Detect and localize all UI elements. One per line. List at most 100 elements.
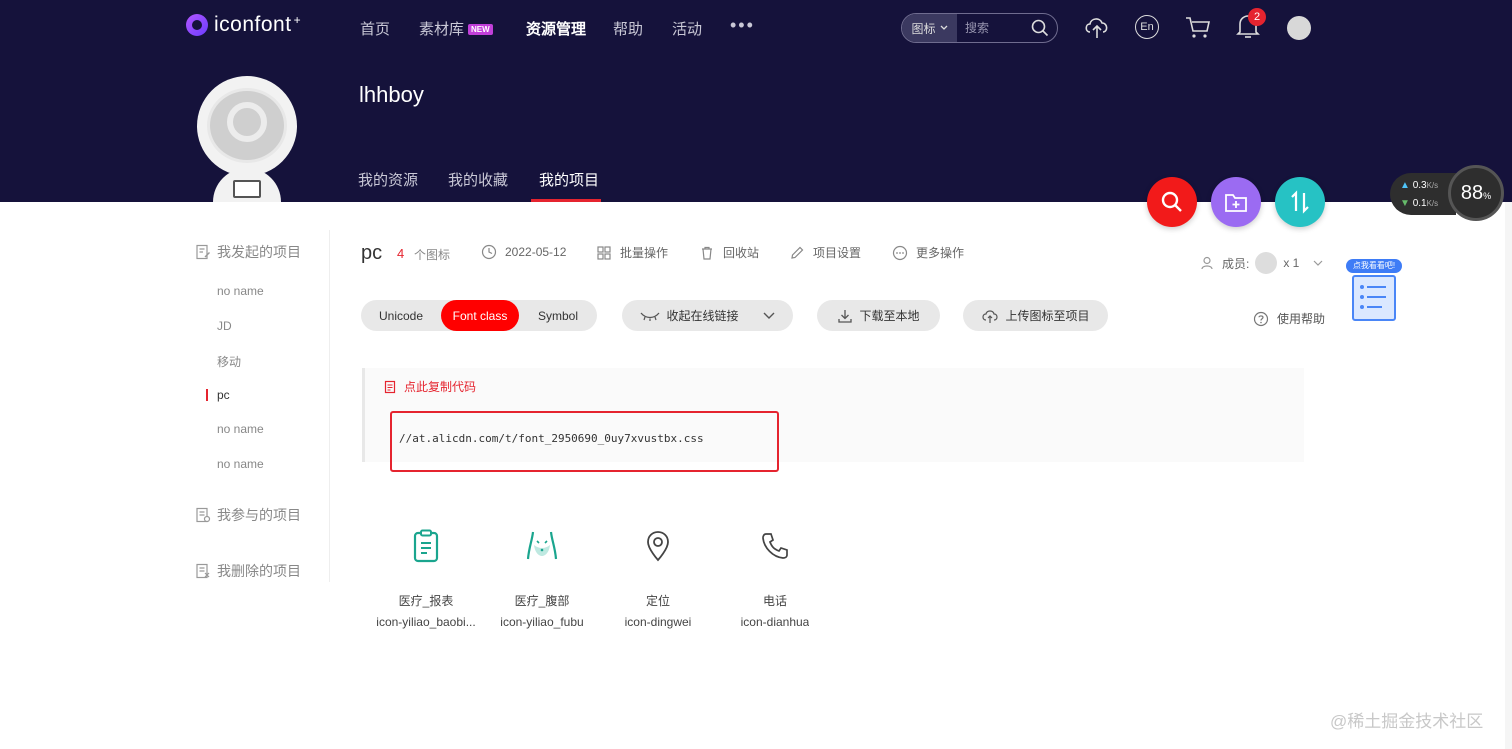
sidebar-group-joined[interactable]: 我参与的项目: [195, 505, 301, 525]
sidebar-group-deleted[interactable]: 我删除的项目: [195, 561, 301, 581]
nav-more-button[interactable]: •••: [730, 15, 755, 36]
sidebar-project-no-name-1[interactable]: no name: [217, 284, 264, 298]
floating-search-button[interactable]: [1147, 177, 1197, 227]
more-operations-button[interactable]: 更多操作: [892, 244, 964, 261]
member-avatar: [1255, 252, 1278, 274]
cart-icon[interactable]: [1184, 14, 1212, 40]
tab-my-favorites[interactable]: 我的收藏: [448, 169, 508, 190]
mode-unicode-button[interactable]: Unicode: [361, 300, 441, 331]
header: iconfont + 首页 素材库NEW 资源管理 帮助 活动 ••• 图标 E…: [0, 0, 1512, 202]
icon-name: 定位: [645, 594, 670, 608]
memory-usage-value: 88: [1460, 181, 1484, 204]
icon-name: 医疗_报表: [398, 594, 454, 608]
notification-button[interactable]: 2: [1236, 8, 1266, 40]
location-icon: [634, 522, 682, 570]
project-name: pc: [361, 242, 383, 264]
search-input[interactable]: [965, 21, 1035, 35]
copy-code-label: 点此复制代码: [404, 380, 477, 394]
tab-my-projects[interactable]: 我的项目: [539, 169, 599, 190]
search-icon[interactable]: [1031, 19, 1049, 37]
batch-operation-button[interactable]: 批量操作: [596, 244, 668, 261]
sidebar-group-joined-label: 我参与的项目: [217, 507, 301, 523]
upload-speed-value: 0.3: [1412, 180, 1427, 191]
icon-card-report[interactable]: 医疗_报表 icon-yiliao_baobi...: [368, 522, 484, 629]
recycle-bin-button[interactable]: 回收站: [699, 244, 759, 261]
abdomen-icon: [518, 522, 566, 570]
download-speed-unit: K/s: [1426, 199, 1439, 208]
question-circle-icon: [1253, 311, 1269, 326]
new-badge: NEW: [468, 24, 493, 35]
usage-help-label: 使用帮助: [1277, 312, 1326, 326]
nav-resources[interactable]: 资源管理: [526, 18, 586, 39]
project-icon-count: 4: [397, 246, 405, 261]
user-avatar[interactable]: [1287, 16, 1311, 40]
icon-card-location[interactable]: 定位 icon-dingwei: [600, 522, 716, 629]
nav-materials[interactable]: 素材库 NEW: [419, 18, 493, 39]
project-sidebar: 我发起的项目 no name JD 移动 pc no name no name …: [190, 230, 330, 582]
sidebar-project-pc[interactable]: pc: [217, 388, 230, 402]
page-scrollbar[interactable]: [1505, 202, 1512, 749]
sidebar-group-started[interactable]: 我发起的项目: [195, 242, 301, 262]
download-local-button[interactable]: 下载至本地: [817, 300, 940, 331]
search-type-select[interactable]: 图标: [902, 14, 957, 42]
grid-icon: [597, 245, 611, 260]
icon-card-abdomen[interactable]: 医疗_腹部 icon-yiliao_fubu: [484, 522, 600, 629]
help-widget[interactable]: 点我看看吧!: [1346, 259, 1402, 323]
search-icon: [1161, 191, 1182, 212]
sidebar-project-no-name-3[interactable]: no name: [217, 457, 264, 471]
clock-icon: [481, 244, 497, 260]
project-icon-count-label: 个图标: [414, 248, 451, 262]
mode-font-class-button[interactable]: Font class: [441, 300, 519, 331]
icon-card-phone[interactable]: 电话 icon-dianhua: [717, 522, 833, 629]
recycle-bin-label: 回收站: [723, 246, 760, 260]
icon-class-code: icon-dianhua: [740, 615, 810, 629]
floating-sort-button[interactable]: [1275, 177, 1325, 227]
mode-symbol-button[interactable]: Symbol: [519, 300, 597, 331]
document-edit-icon: [196, 244, 210, 260]
edit-pencil-icon: [791, 246, 804, 259]
floating-add-folder-button[interactable]: [1211, 177, 1261, 227]
project-settings-button[interactable]: 项目设置: [789, 244, 861, 261]
upload-icons-button[interactable]: 上传图标至项目: [963, 300, 1108, 331]
eye-closed-icon: [640, 312, 660, 321]
copy-code-button[interactable]: 点此复制代码: [384, 378, 476, 395]
sidebar-project-mobile[interactable]: 移动: [217, 353, 241, 370]
nav-help[interactable]: 帮助: [613, 18, 643, 39]
icon-class-code: icon-dingwei: [624, 615, 692, 629]
copy-document-icon: [384, 380, 396, 393]
top-nav: iconfont + 首页 素材库NEW 资源管理 帮助 活动 ••• 图标 E…: [0, 0, 1512, 56]
report-icon: [402, 522, 450, 570]
document-list-icon: [196, 507, 211, 523]
logo-plus: +: [293, 13, 301, 27]
network-speed-widget: ▲ 0.3K/s ▼ 0.1K/s: [1390, 173, 1456, 215]
project-settings-label: 项目设置: [813, 246, 862, 260]
project-members[interactable]: 成员: x 1: [1200, 252, 1323, 274]
language-icon[interactable]: En: [1135, 15, 1159, 39]
download-speed-value: 0.1: [1412, 198, 1427, 209]
nav-home[interactable]: 首页: [360, 18, 390, 39]
help-widget-tag: 点我看看吧!: [1346, 259, 1402, 273]
collapse-online-link-button[interactable]: 收起在线链接: [622, 300, 793, 331]
tab-my-resources[interactable]: 我的资源: [358, 169, 418, 190]
link-mode-switch: Unicode Font class Symbol: [361, 300, 597, 331]
chevron-down-icon: [1313, 260, 1323, 266]
upload-icons-label: 上传图标至项目: [1005, 309, 1090, 323]
project-date: 2022-05-12: [481, 244, 566, 260]
sidebar-project-jd[interactable]: JD: [217, 319, 232, 333]
username: lhhboy: [359, 82, 424, 107]
font-css-url[interactable]: //at.alicdn.com/t/font_2950690_0uy7xvust…: [399, 432, 704, 445]
search-bar: 图标: [901, 13, 1058, 43]
sidebar-group-deleted-label: 我删除的项目: [217, 563, 301, 579]
batch-operation-label: 批量操作: [620, 246, 669, 260]
sidebar-project-no-name-2[interactable]: no name: [217, 422, 264, 436]
sidebar-group-started-label: 我发起的项目: [217, 244, 301, 260]
upload-cloud-icon[interactable]: [1083, 14, 1111, 40]
astronaut-visor-ring: [227, 102, 267, 142]
logo[interactable]: iconfont +: [186, 13, 301, 37]
iconfont-logo-icon: [186, 14, 208, 36]
trash-icon: [702, 246, 712, 260]
memory-usage-ring[interactable]: 88%: [1448, 165, 1504, 221]
nav-activity[interactable]: 活动: [672, 18, 702, 39]
usage-help-link[interactable]: 使用帮助: [1253, 310, 1325, 327]
document-delete-icon: [196, 563, 210, 579]
